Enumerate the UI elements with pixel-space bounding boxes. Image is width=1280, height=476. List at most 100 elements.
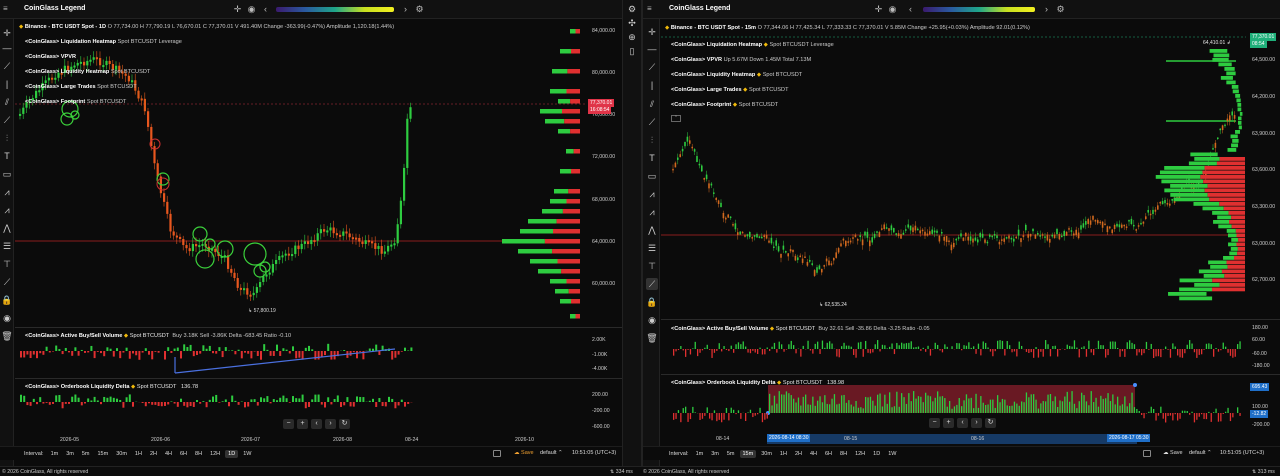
reset-icon[interactable]: ↻ [339,419,350,429]
crosshair-tool-icon[interactable]: ✛ [1,27,13,39]
right-arrow-icon[interactable]: › [1041,4,1052,15]
anchor-icon[interactable]: ⊤ [1,258,13,270]
right-layout-select[interactable]: default ⌃ [1189,450,1212,456]
left-layout-select[interactable]: default ⌃ [540,450,563,456]
interval-4h[interactable]: 4H [807,450,820,458]
book-icon[interactable]: ▯ [626,45,638,57]
interval-4h[interactable]: 4H [162,450,175,458]
interval-8h[interactable]: 8H [837,450,850,458]
crosshair-tool-icon[interactable]: ✛ [646,26,658,38]
interval-1m[interactable]: 1m [48,450,62,458]
right-indicator-vpvr[interactable]: <CoinGlass> VPVR Up 5.67M Down 1.45M Tot… [671,57,811,63]
left-ob-legend[interactable]: <CoinGlass> Orderbook Liquidity Delta ◆ … [25,384,198,390]
settings-icon[interactable]: ⚙ [626,3,638,15]
horizontal-line-icon[interactable]: — [1,42,13,54]
trash-icon[interactable]: 🗑 [1,330,13,342]
ray-icon[interactable]: ⟋ [646,116,658,128]
horizontal-line-icon[interactable]: — [646,43,658,55]
ruler-icon[interactable]: ⟋ [1,276,13,288]
menu-icon[interactable]: ≡ [647,4,652,13]
interval-30m[interactable]: 30m [758,450,775,458]
eye-icon[interactable]: ◉ [646,314,658,326]
interval-5m[interactable]: 5m [724,450,738,458]
right-indicator-liqheatmap[interactable]: <CoinGlass> Liquidation Heatmap ◆ Spot B… [671,42,834,48]
text-icon[interactable]: T [646,152,658,164]
interval-1h[interactable]: 1H [132,450,145,458]
fib-icon[interactable]: ☰ [646,242,658,254]
right-save-button[interactable]: ☁ Save [1163,450,1183,456]
zoom-out-icon[interactable]: − [929,418,940,428]
right-arrow-icon[interactable]: › [400,4,411,15]
interval-6h[interactable]: 6H [177,450,190,458]
crosshair-icon[interactable]: ✛ [232,4,243,15]
ray-icon[interactable]: ⟋ [1,114,13,126]
settings-icon[interactable]: ⚙ [414,4,425,15]
interval-3m[interactable]: 3m [63,450,77,458]
scroll-right-icon[interactable]: › [325,419,336,429]
interval-1w[interactable]: 1W [240,450,254,458]
interval-1d[interactable]: 1D [225,449,239,458]
vertical-line-icon[interactable]: | [646,79,658,91]
left-arrow-icon[interactable]: ‹ [905,4,916,15]
screenshot-icon[interactable] [493,450,501,457]
zoom-out-icon[interactable]: − [283,419,294,429]
compass-icon[interactable]: ✣ [626,17,638,29]
interval-1w[interactable]: 1W [885,450,899,458]
interval-15m[interactable]: 15m [95,450,112,458]
trash-icon[interactable]: 🗑 [646,332,658,344]
range-end-label[interactable]: 2026-08-17 05:30 [1107,434,1151,442]
menu-icon[interactable]: ≡ [3,4,8,13]
camera-icon[interactable]: ◉ [246,4,257,15]
fib-icon[interactable]: ☰ [1,240,13,252]
lock-icon[interactable]: 🔒 [1,294,13,306]
scroll-left-icon[interactable]: ‹ [311,419,322,429]
heatmap-gradient-slider[interactable] [276,7,394,12]
left-buysell-legend[interactable]: <CoinGlass> Active Buy/Sell Volume ◆ Spo… [25,333,291,339]
parallel-lines-icon[interactable]: ⫽ [1,96,13,108]
zigzag-icon[interactable]: ⋀ [646,224,658,236]
parallel-lines-icon[interactable]: ⫽ [646,98,658,110]
settings-icon[interactable]: ⚙ [1055,4,1066,15]
globe-icon[interactable]: ⊕ [626,31,638,43]
range-start-label[interactable]: 2026-08-14 08:30 [767,434,811,442]
interval-1h[interactable]: 1H [777,450,790,458]
anchor-icon[interactable]: ⊤ [646,260,658,272]
zoom-in-icon[interactable]: + [943,418,954,428]
interval-2h[interactable]: 2H [792,450,805,458]
interval-5m[interactable]: 5m [79,450,93,458]
trend-line-icon[interactable]: ⟋ [1,60,13,72]
interval-6h[interactable]: 6H [822,450,835,458]
interval-12h[interactable]: 12H [852,450,868,458]
trend-line-icon[interactable]: ⟋ [646,61,658,73]
interval-30m[interactable]: 30m [113,450,130,458]
left-arrow-icon[interactable]: ‹ [260,4,271,15]
left-save-button[interactable]: ☁ Save [514,450,534,456]
bars-icon[interactable]: ⫶ [1,132,13,144]
vertical-line-icon[interactable]: | [1,78,13,90]
screenshot-icon[interactable] [1143,450,1151,457]
text-icon[interactable]: T [1,150,13,162]
right-chart-area[interactable]: ◆ Binance - BTC USDT Spot - 15m O 77,344… [661,19,1280,446]
interval-2h[interactable]: 2H [147,450,160,458]
scroll-right-icon[interactable]: › [971,418,982,428]
right-time-range-band[interactable] [767,434,1137,444]
right-indicator-largetrades[interactable]: <CoinGlass> Large Trades ◆ Spot BTCUSDT [671,87,789,93]
pattern-icon[interactable]: ⩘ [646,188,658,200]
wave-icon[interactable]: ⩘ [1,204,13,216]
pattern-icon[interactable]: ⩘ [1,186,13,198]
wave-icon[interactable]: ⩘ [646,206,658,218]
interval-15m[interactable]: 15m [739,449,757,458]
left-chart-area[interactable]: ◆ Binance - BTC USDT Spot - 1D O 77,734.… [15,19,622,466]
left-indicator-largetrades[interactable]: <CoinGlass> Large Trades Spot BTCUSDT [25,84,137,90]
heatmap-gradient-slider[interactable] [923,7,1035,12]
interval-1d[interactable]: 1D [870,450,883,458]
zigzag-icon[interactable]: ⋀ [1,222,13,234]
collapse-legend-icon[interactable]: ⌃ [671,115,681,122]
scroll-left-icon[interactable]: ‹ [957,418,968,428]
left-indicator-liqheatmap[interactable]: <CoinGlass> Liquidation Heatmap Spot BTC… [25,39,182,45]
left-indicator-footprint[interactable]: <CoinGlass> Footprint Spot BTCUSDT [25,99,126,105]
eye-icon[interactable]: ◉ [1,312,13,324]
interval-1m[interactable]: 1m [693,450,707,458]
rectangle-icon[interactable]: ▭ [646,170,658,182]
right-indicator-footprint[interactable]: <CoinGlass> Footprint ◆ Spot BTCUSDT [671,102,778,108]
